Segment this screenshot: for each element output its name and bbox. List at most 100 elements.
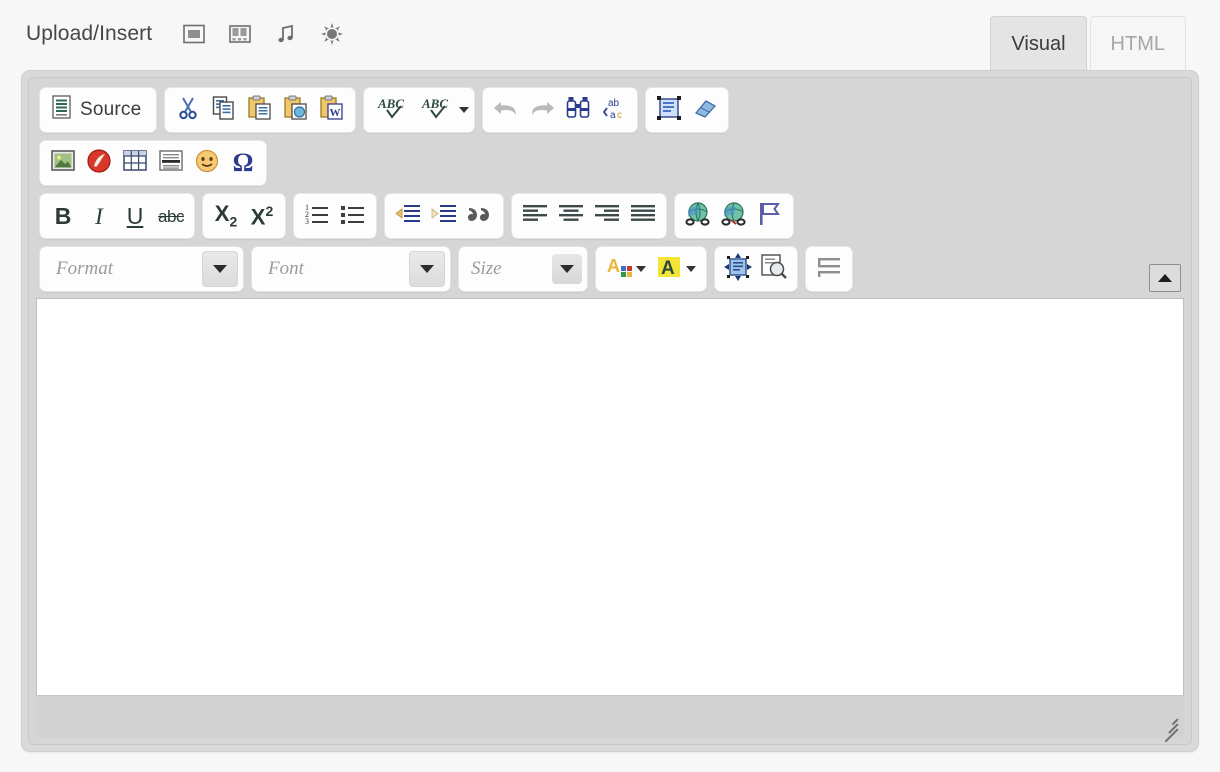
font-select-label: Font [268,258,304,279]
smiley-icon [194,148,220,179]
flash-button[interactable] [81,145,117,181]
page-break-button[interactable] [811,251,847,287]
toolbar-group-pagebreak [805,246,853,292]
chevron-down-icon [459,107,470,113]
underline-button[interactable]: U [117,198,153,234]
numbered-list-icon: 123 [304,202,330,231]
find-icon [565,95,591,126]
select-all-icon [656,95,682,126]
select-all-button[interactable] [651,92,687,128]
bulleted-list-button[interactable] [335,198,371,234]
link-icon [684,201,712,232]
outdent-icon [394,202,422,231]
image-icon [50,149,76,178]
italic-button[interactable]: I [81,198,117,234]
font-select-arrow-icon[interactable] [409,251,445,287]
undo-button[interactable] [488,92,524,128]
replace-button[interactable]: ab a c [596,92,632,128]
bulleted-list-icon [340,202,366,231]
spellcheck-button[interactable]: ABC [369,92,419,128]
subscript-button[interactable]: X2 [208,198,244,234]
paste-button[interactable] [242,92,278,128]
font-select[interactable]: Font [251,246,451,292]
anchor-button[interactable] [752,198,788,234]
svg-text:ABC: ABC [377,96,404,111]
omega-icon: Ω [232,148,254,177]
toolbar-group-spellcheck: ABC ABC [363,87,476,133]
toolbar-group-colors: A A [595,246,707,292]
toolbar-group-selection [645,87,730,133]
add-image-icon[interactable] [182,22,206,46]
table-button[interactable] [117,145,153,181]
blockquote-button[interactable] [462,198,498,234]
background-color-button[interactable]: A [651,251,701,287]
svg-text:ABC: ABC [421,96,448,111]
align-justify-button[interactable] [625,198,661,234]
toolbar-group-basic-styles: B I U abc [39,193,195,239]
align-right-button[interactable] [589,198,625,234]
editor-mode-tabs: Visual HTML [990,16,1186,72]
format-select[interactable]: Format [39,246,244,292]
add-audio-icon[interactable] [274,22,298,46]
maximize-icon [724,252,752,286]
align-center-button[interactable] [553,198,589,234]
bold-icon: B [54,202,72,229]
remove-format-button[interactable] [687,92,723,128]
upload-insert-area: Upload/Insert [26,22,344,46]
chevron-down-icon [686,266,696,272]
add-media-icon[interactable] [320,22,344,46]
paste-from-word-button[interactable]: W [314,92,350,128]
special-character-button[interactable]: Ω [225,145,261,181]
numbered-list-button[interactable]: 123 [299,198,335,234]
size-select-label: Size [471,258,502,279]
smiley-button[interactable] [189,145,225,181]
outdent-button[interactable] [390,198,426,234]
remove-format-icon [692,95,718,126]
editor-content-area[interactable] [36,298,1184,695]
copy-button[interactable] [206,92,242,128]
paste-as-plain-text-button[interactable] [278,92,314,128]
wordpress-post-editor: Upload/Insert Visual HTML Source W ABC A… [0,0,1220,772]
find-button[interactable] [560,92,596,128]
unlink-button[interactable] [716,198,752,234]
anchor-flag-icon [757,201,783,232]
redo-button[interactable] [524,92,560,128]
image-button[interactable] [45,145,81,181]
toolbar-group-indent [384,193,504,239]
maximize-button[interactable] [720,251,756,287]
align-left-icon [521,203,549,230]
toolbar-group-insert: Ω [39,140,267,186]
horizontal-rule-button[interactable] [153,145,189,181]
spellcheck-options-button[interactable]: ABC [419,92,470,128]
add-video-icon[interactable] [228,22,252,46]
format-select-arrow-icon[interactable] [202,251,238,287]
link-button[interactable] [680,198,716,234]
tab-html[interactable]: HTML [1089,16,1186,72]
strikethrough-icon: abc [158,206,184,226]
indent-button[interactable] [426,198,462,234]
bold-button[interactable]: B [45,198,81,234]
source-button[interactable]: Source [45,92,151,128]
italic-icon: I [95,203,103,229]
collapse-toolbar-button[interactable] [1149,264,1181,292]
cut-button[interactable] [170,92,206,128]
toolbar-row-3: B I U abc X2 X2 1 2 3 [33,190,1187,243]
source-label: Source [80,99,142,120]
superscript-button[interactable]: X2 [244,198,280,234]
show-blocks-button[interactable] [756,251,792,287]
align-left-button[interactable] [517,198,553,234]
toolbar-group-lists: 123 [293,193,377,239]
ckeditor-container: Source W ABC ABC ab a c Ω B I U abc X2 X… [21,70,1199,752]
text-color-button[interactable]: A [601,251,651,287]
redo-icon [528,96,556,125]
chevron-up-icon [1158,274,1172,282]
size-select-arrow-icon[interactable] [552,254,582,284]
align-center-icon [557,203,585,230]
strikethrough-button[interactable]: abc [153,198,189,234]
svg-text:3: 3 [305,217,309,226]
size-select[interactable]: Size [458,246,588,292]
resize-grip[interactable] [1156,712,1179,743]
flash-icon [86,148,112,179]
editor-content-wrap [29,298,1191,695]
tab-visual[interactable]: Visual [990,16,1087,72]
